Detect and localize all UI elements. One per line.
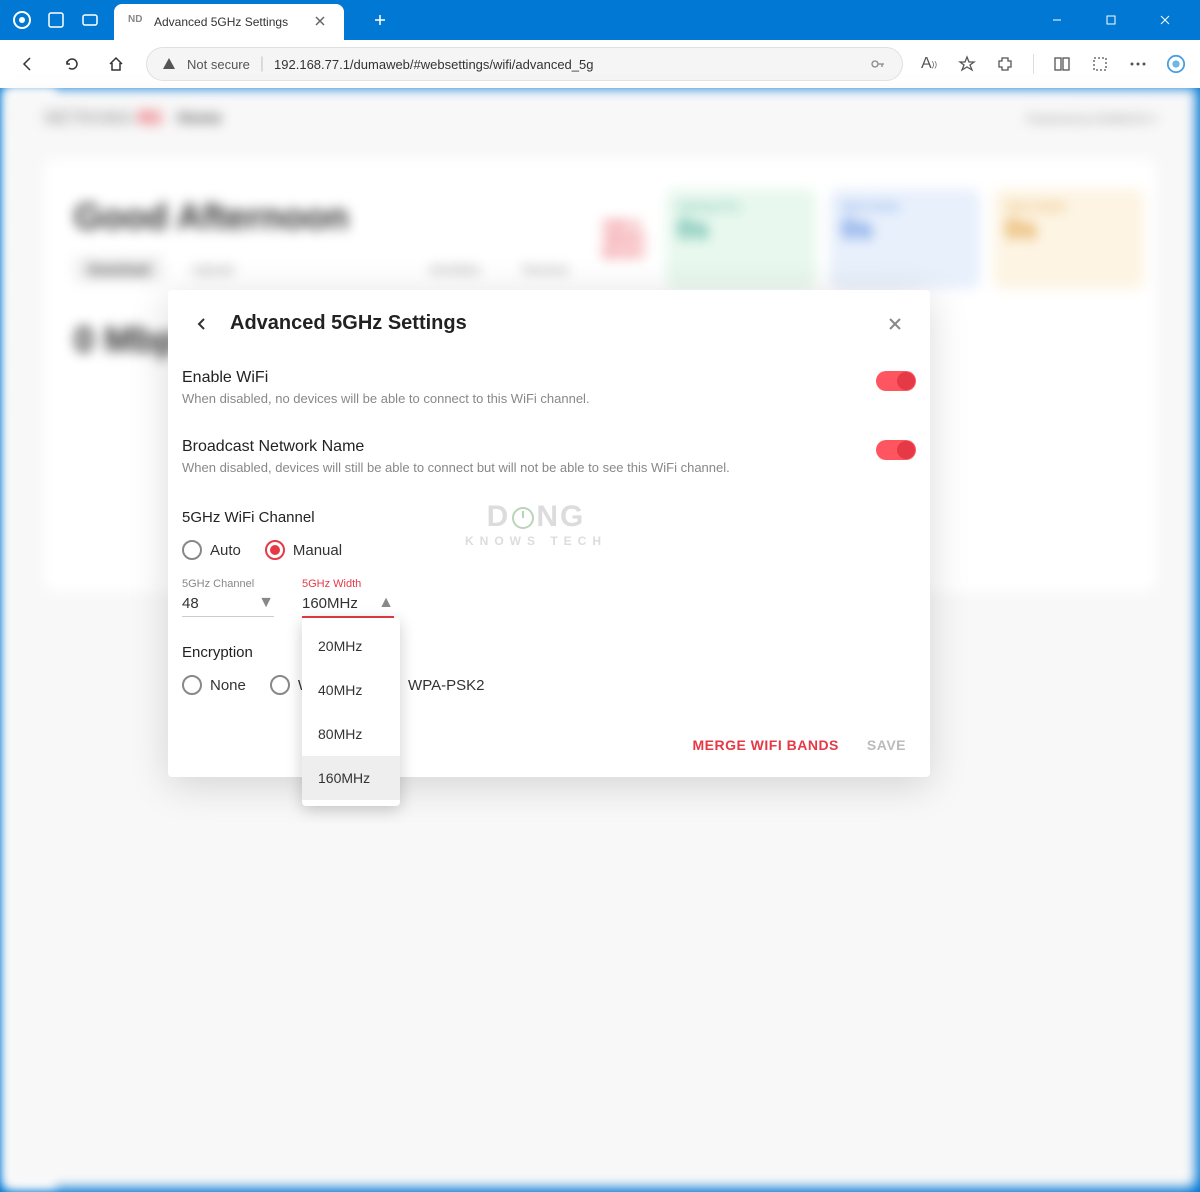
browser-titlebar: ND Advanced 5GHz Settings xyxy=(0,0,1200,40)
refresh-button[interactable] xyxy=(58,50,86,78)
width-select-label: 5GHz Width xyxy=(302,578,394,590)
tab-close-icon[interactable] xyxy=(314,14,330,30)
address-field[interactable]: Not secure | 192.168.77.1/dumaweb/#webse… xyxy=(146,47,903,81)
browser-addressbar: Not secure | 192.168.77.1/dumaweb/#webse… xyxy=(0,40,1200,88)
merge-wifi-button[interactable]: MERGE WIFI BANDS xyxy=(692,737,838,753)
modal-close-button[interactable] xyxy=(884,313,906,335)
channel-select-label: 5GHz Channel xyxy=(182,578,274,590)
radio-circle-icon xyxy=(270,675,290,695)
modal-back-button[interactable] xyxy=(192,314,212,334)
modal-title: Advanced 5GHz Settings xyxy=(230,312,467,335)
broadcast-desc: When disabled, devices will still be abl… xyxy=(182,460,876,475)
security-label: Not secure xyxy=(187,57,250,72)
enable-wifi-setting: Enable WiFi When disabled, no devices wi… xyxy=(182,357,916,426)
channel-select-value: 48 xyxy=(182,595,258,612)
encryption-none-radio[interactable]: None xyxy=(182,675,246,695)
back-button[interactable] xyxy=(14,50,42,78)
settings-modal: Advanced 5GHz Settings Enable WiFi When … xyxy=(168,290,930,777)
favorite-icon[interactable] xyxy=(957,54,977,74)
minimize-button[interactable] xyxy=(1034,4,1080,36)
channel-section-title: 5GHz WiFi Channel xyxy=(182,509,916,526)
width-option-160[interactable]: 160MHz xyxy=(302,756,400,800)
radio-circle-icon xyxy=(182,540,202,560)
enable-wifi-desc: When disabled, no devices will be able t… xyxy=(182,391,876,406)
radio-circle-icon xyxy=(265,540,285,560)
width-option-80[interactable]: 80MHz xyxy=(302,712,400,756)
browser-tab[interactable]: ND Advanced 5GHz Settings xyxy=(114,4,344,40)
password-icon[interactable] xyxy=(868,54,888,74)
tab-overview-icon[interactable] xyxy=(80,10,100,30)
new-tab-button[interactable] xyxy=(366,6,394,34)
tab-favicon: ND xyxy=(128,14,144,30)
home-button[interactable] xyxy=(102,50,130,78)
url-text: 192.168.77.1/dumaweb/#websettings/wifi/a… xyxy=(274,57,858,72)
screenshot-icon[interactable] xyxy=(1090,54,1110,74)
copilot-icon[interactable] xyxy=(1166,54,1186,74)
maximize-button[interactable] xyxy=(1088,4,1134,36)
width-option-20[interactable]: 20MHz xyxy=(302,624,400,668)
channel-select[interactable]: 5GHz Channel 48 ▼ xyxy=(182,578,274,618)
more-icon[interactable] xyxy=(1128,54,1148,74)
enable-wifi-title: Enable WiFi xyxy=(182,369,876,387)
encryption-wpa2-radio[interactable]: WPA-PSK2 xyxy=(408,677,484,694)
app-icon xyxy=(12,10,32,30)
enable-wifi-toggle[interactable] xyxy=(876,371,916,391)
width-dropdown: 20MHz 40MHz 80MHz 160MHz xyxy=(302,618,400,806)
channel-manual-radio[interactable]: Manual xyxy=(265,540,342,560)
close-window-button[interactable] xyxy=(1142,4,1188,36)
encryption-title: Encryption xyxy=(182,644,916,661)
extensions-icon[interactable] xyxy=(995,54,1015,74)
channel-auto-radio[interactable]: Auto xyxy=(182,540,241,560)
broadcast-title: Broadcast Network Name xyxy=(182,438,876,456)
radio-circle-icon xyxy=(182,675,202,695)
broadcast-setting: Broadcast Network Name When disabled, de… xyxy=(182,426,916,495)
width-select[interactable]: 5GHz Width 160MHz ▲ 20MHz 40MHz 80MHz 16… xyxy=(302,578,394,618)
width-select-value: 160MHz xyxy=(302,595,378,612)
security-warning-icon xyxy=(161,56,177,72)
read-aloud-icon[interactable]: A)) xyxy=(919,54,939,74)
width-option-40[interactable]: 40MHz xyxy=(302,668,400,712)
save-button[interactable]: SAVE xyxy=(867,737,906,753)
chevron-down-icon: ▼ xyxy=(258,594,274,612)
workspaces-icon[interactable] xyxy=(46,10,66,30)
tab-title: Advanced 5GHz Settings xyxy=(154,15,304,29)
chevron-up-icon: ▲ xyxy=(378,594,394,612)
broadcast-toggle[interactable] xyxy=(876,440,916,460)
split-screen-icon[interactable] xyxy=(1052,54,1072,74)
